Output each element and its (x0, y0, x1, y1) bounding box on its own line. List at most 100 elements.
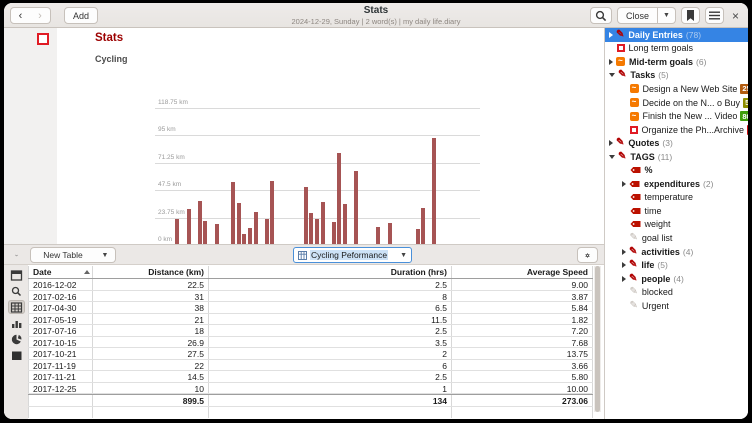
tree-item[interactable]: % (605, 163, 748, 177)
table-cell[interactable]: 8 (209, 291, 452, 302)
table-cell[interactable]: 38 (93, 302, 209, 313)
table-cell[interactable]: 2.5 (209, 279, 452, 290)
tree-item[interactable]: temperature (605, 191, 748, 205)
table-scrollbar[interactable] (594, 266, 601, 412)
table-cell[interactable]: 2.5 (209, 325, 452, 336)
menu-button[interactable] (705, 7, 724, 24)
tree-item[interactable]: ✎blocked (605, 285, 748, 299)
expander-expanded-icon[interactable] (609, 155, 615, 159)
strip-calendar-button[interactable] (8, 268, 25, 282)
table-cell[interactable]: 14.5 (93, 371, 209, 382)
table-row[interactable]: 2017-02-163183.87 (28, 291, 593, 303)
tree-item[interactable]: time (605, 204, 748, 218)
table-cell[interactable]: 1 (209, 383, 452, 394)
expander-collapsed-icon[interactable] (622, 249, 626, 255)
tree-item[interactable]: weight (605, 218, 748, 232)
table-cell[interactable]: 134 (209, 395, 452, 406)
table-cell[interactable]: 899.5 (93, 395, 209, 406)
table-settings-button[interactable] (577, 247, 598, 263)
table-cell[interactable]: 18 (93, 325, 209, 336)
table-cell[interactable]: 11.5 (209, 314, 452, 325)
table-cell[interactable]: 273.06 (452, 395, 593, 406)
table-cell[interactable]: 2017-12-25 (28, 383, 93, 394)
table-cell[interactable]: 1.82 (452, 314, 593, 325)
expander-collapsed-icon[interactable] (609, 32, 613, 38)
strip-notes-button[interactable] (8, 348, 25, 362)
table-row[interactable]: 2017-10-1526.93.57.68 (28, 337, 593, 349)
new-table-button[interactable]: New Table (30, 247, 96, 263)
window-close-button[interactable]: × (729, 7, 742, 24)
table-cell[interactable]: 2017-05-19 (28, 314, 93, 325)
table-row[interactable]: 2017-11-192263.66 (28, 360, 593, 372)
tree-item[interactable]: ~Mid-term goals(6) (605, 55, 748, 69)
table-cell[interactable]: 10.00 (452, 383, 593, 394)
table-cell[interactable] (209, 407, 452, 418)
table-cell[interactable]: 22 (93, 360, 209, 371)
collapse-panel-button[interactable] (8, 247, 25, 263)
table-row[interactable]: 2017-07-16182.57.20 (28, 325, 593, 337)
table-cell[interactable]: 13.75 (452, 348, 593, 359)
tree-item[interactable]: ~Decide on the N... o Buy50,0% (605, 96, 748, 110)
tree-item[interactable]: ~Design a New Web Site25,0% (605, 82, 748, 96)
table-row[interactable]: 2017-12-2510110.00 (28, 383, 593, 395)
column-header[interactable]: Duration (hrs) (209, 266, 452, 278)
tree-item[interactable]: Organize the Ph...Archive0,0% (605, 123, 748, 137)
table-cell[interactable]: 3.87 (452, 291, 593, 302)
table-cell[interactable]: 5.84 (452, 302, 593, 313)
table-cell[interactable]: 26.9 (93, 337, 209, 348)
table-cell[interactable] (93, 407, 209, 418)
table-cell[interactable]: 2.5 (209, 371, 452, 382)
expander-collapsed-icon[interactable] (609, 140, 613, 146)
scrollbar-thumb[interactable] (595, 266, 600, 412)
table-cell[interactable]: 3.5 (209, 337, 452, 348)
table-cell[interactable]: 5.80 (452, 371, 593, 382)
expander-expanded-icon[interactable] (609, 73, 615, 77)
tree-item[interactable]: ~Finish the New ... Video80,0% (605, 109, 748, 123)
tree-item[interactable]: ✎activities(4) (605, 245, 748, 259)
table-cell[interactable]: 31 (93, 291, 209, 302)
table-cell[interactable]: 21 (93, 314, 209, 325)
table-cell[interactable]: 2017-10-15 (28, 337, 93, 348)
table-cell[interactable]: 2017-11-21 (28, 371, 93, 382)
table-row[interactable]: 2016-12-0222.52.59.00 (28, 279, 593, 291)
table-cell[interactable]: 2017-07-16 (28, 325, 93, 336)
table-cell[interactable]: 27.5 (93, 348, 209, 359)
table-cell[interactable]: 9.00 (452, 279, 593, 290)
table-cell[interactable]: 2017-10-21 (28, 348, 93, 359)
expander-collapsed-icon[interactable] (622, 276, 626, 282)
table-cell[interactable]: 7.68 (452, 337, 593, 348)
table-cell[interactable]: 10 (93, 383, 209, 394)
strip-table-button[interactable] (8, 300, 25, 314)
new-table-dropdown-button[interactable]: ▼ (95, 247, 116, 263)
table-cell[interactable]: 7.20 (452, 325, 593, 336)
column-header[interactable]: Distance (km) (93, 266, 209, 278)
close-button[interactable]: Close (617, 7, 658, 24)
add-button[interactable]: Add (64, 7, 98, 24)
table-row[interactable]: 2017-11-2114.52.55.80 (28, 371, 593, 383)
table-selector-combobox[interactable]: Cycling Peformance ▼ (293, 247, 412, 263)
table-cell[interactable]: 2017-04-30 (28, 302, 93, 313)
table-row[interactable]: 2017-05-192111.51.82 (28, 314, 593, 326)
strip-pie-chart-button[interactable] (8, 332, 25, 346)
strip-bar-chart-button[interactable] (8, 316, 25, 330)
table-cell[interactable]: 2017-02-16 (28, 291, 93, 302)
table-cell[interactable]: 3.66 (452, 360, 593, 371)
expander-collapsed-icon[interactable] (622, 181, 626, 187)
tree-item[interactable]: ✎Tasks(5) (605, 69, 748, 83)
strip-search-button[interactable] (8, 284, 25, 298)
table-cell[interactable]: 2 (209, 348, 452, 359)
table-cell[interactable]: 6.5 (209, 302, 452, 313)
close-dropdown-button[interactable]: ▼ (658, 7, 676, 24)
tree-item[interactable]: Long term goals (605, 42, 748, 56)
table-row[interactable]: 2017-04-30386.55.84 (28, 302, 593, 314)
tree-item[interactable]: ✎goal list (605, 231, 748, 245)
table-cell[interactable] (28, 395, 93, 406)
expander-collapsed-icon[interactable] (609, 59, 613, 65)
tree-item[interactable]: ✎Daily Entries(78) (605, 28, 748, 42)
forward-button[interactable]: › (30, 7, 51, 24)
table-cell[interactable]: 6 (209, 360, 452, 371)
table-cell[interactable]: 2016-12-02 (28, 279, 93, 290)
expander-collapsed-icon[interactable] (622, 262, 626, 268)
table-row[interactable]: 2017-10-2127.5213.75 (28, 348, 593, 360)
table-cell[interactable] (452, 407, 593, 418)
